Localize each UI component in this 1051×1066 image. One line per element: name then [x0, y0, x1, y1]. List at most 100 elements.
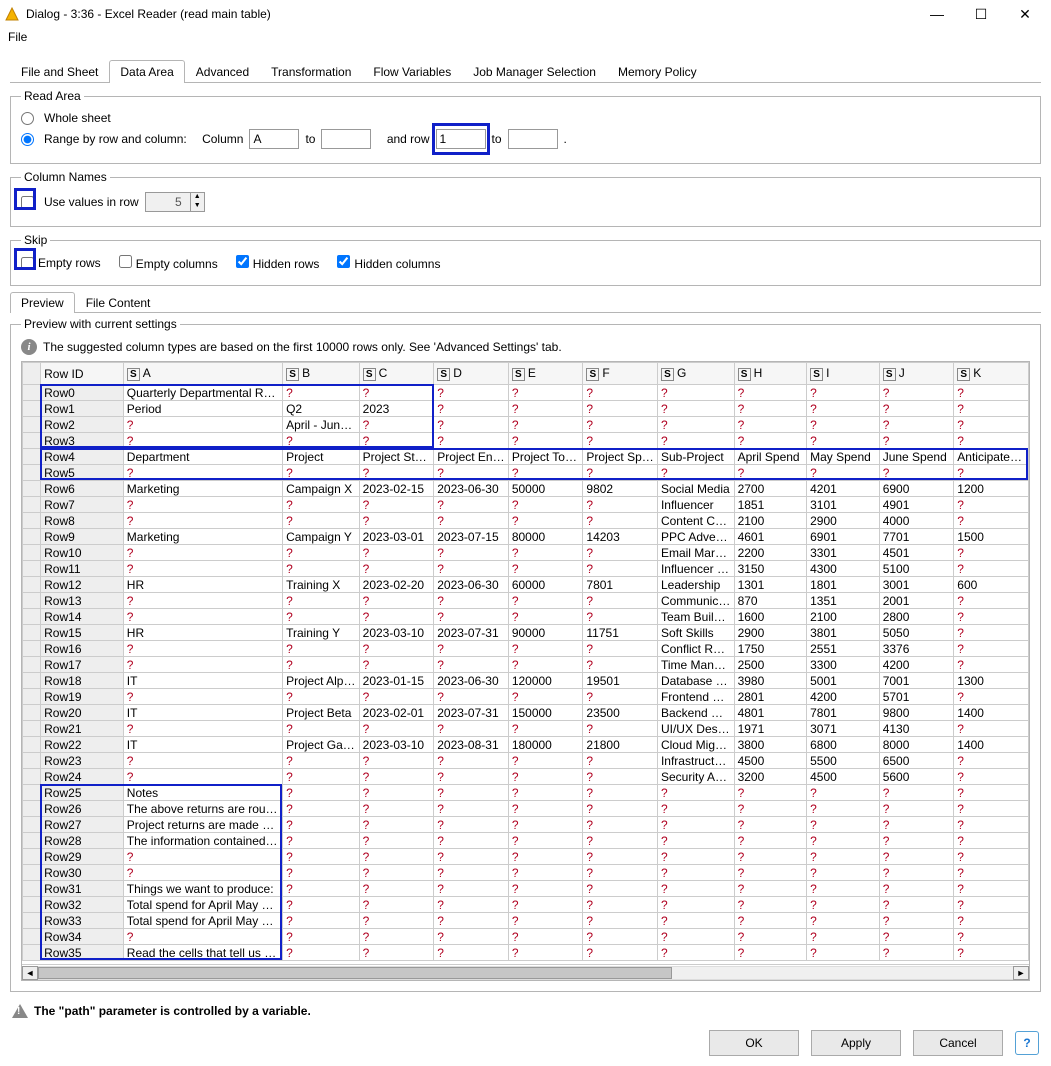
table-row[interactable]: Row10??????Email Market...220033014501? [23, 545, 1029, 561]
checkbox-empty-rows[interactable] [21, 257, 34, 270]
column-from-input[interactable] [249, 129, 299, 149]
radio-range[interactable] [21, 133, 34, 146]
col-rownum[interactable] [23, 363, 41, 385]
button-bar: OK Apply Cancel ? [709, 1030, 1039, 1056]
table-row[interactable]: Row13??????Communication87013512001? [23, 593, 1029, 609]
maximize-button[interactable]: ☐ [959, 0, 1003, 28]
table-row[interactable]: Row9MarketingCampaign Y2023-03-012023-07… [23, 529, 1029, 545]
table-row[interactable]: Row24??????Security Audit320045005600? [23, 769, 1029, 785]
col-K[interactable]: SK [954, 363, 1029, 385]
table-row[interactable]: Row18ITProject Alpha2023-01-152023-06-30… [23, 673, 1029, 689]
table-row[interactable]: Row11??????Influencer C...315043005100? [23, 561, 1029, 577]
tab-data-area[interactable]: Data Area [109, 60, 184, 83]
table-row[interactable]: Row26The above returns are round...?????… [23, 801, 1029, 817]
close-button[interactable]: ✕ [1003, 0, 1047, 28]
tab-flow-variables[interactable]: Flow Variables [362, 60, 462, 83]
column-label: Column [202, 132, 243, 146]
read-area-group: Read Area Whole sheet Range by row and c… [10, 89, 1041, 164]
spinner-down[interactable]: ▼ [190, 202, 204, 211]
preview-group: Preview with current settings i The sugg… [10, 317, 1041, 992]
col-E[interactable]: SE [508, 363, 583, 385]
table-row[interactable]: Row20ITProject Beta2023-02-012023-07-311… [23, 705, 1029, 721]
col-D[interactable]: SD [434, 363, 509, 385]
table-row[interactable]: Row32Total spend for April May and...???… [23, 897, 1029, 913]
info-icon: i [21, 339, 37, 355]
titlebar: Dialog - 3:36 - Excel Reader (read main … [0, 0, 1051, 28]
radio-whole-label: Whole sheet [44, 111, 111, 125]
cancel-button[interactable]: Cancel [913, 1030, 1003, 1056]
table-row[interactable]: Row25Notes?????????? [23, 785, 1029, 801]
row-to-label: to [492, 132, 502, 146]
table-row[interactable]: Row5??????????? [23, 465, 1029, 481]
preview-table-wrap: Row IDSASBSCSDSESFSGSHSISJSK Row0Quarter… [21, 361, 1030, 981]
menu-file[interactable]: File [8, 30, 27, 44]
table-row[interactable]: Row14??????Team Building160021002800? [23, 609, 1029, 625]
tab-file-and-sheet[interactable]: File and Sheet [10, 60, 109, 83]
col-J[interactable]: SJ [879, 363, 954, 385]
col-A[interactable]: SA [123, 363, 282, 385]
preview-tabs: Preview File Content [10, 292, 1041, 313]
table-row[interactable]: Row28The information contained in ...???… [23, 833, 1029, 849]
table-row[interactable]: Row35Read the cells that tell us the...?… [23, 945, 1029, 961]
spinner-up[interactable]: ▲ [190, 193, 204, 202]
table-row[interactable]: Row19??????Frontend Dev280142005701? [23, 689, 1029, 705]
period: . [564, 132, 567, 146]
table-row[interactable]: Row27Project returns are made on t...???… [23, 817, 1029, 833]
table-row[interactable]: Row2?April - June ...????????? [23, 417, 1029, 433]
table-row[interactable]: Row22ITProject Gamma2023-03-102023-08-31… [23, 737, 1029, 753]
tab-job-manager[interactable]: Job Manager Selection [462, 60, 607, 83]
table-row[interactable]: Row23??????Infrastructure450055006500? [23, 753, 1029, 769]
table-row[interactable]: Row21??????UI/UX Design197130714130? [23, 721, 1029, 737]
table-row[interactable]: Row15HRTraining Y2023-03-102023-07-31900… [23, 625, 1029, 641]
horizontal-scrollbar[interactable]: ◄ ► [22, 964, 1029, 980]
warning-row: The "path" parameter is controlled by a … [0, 998, 1051, 1024]
table-row[interactable]: Row16??????Conflict Res...175025513376? [23, 641, 1029, 657]
col-H[interactable]: SH [734, 363, 807, 385]
col-I[interactable]: SI [807, 363, 880, 385]
row-number-spinner[interactable]: ▲▼ [145, 192, 205, 212]
table-row[interactable]: Row1PeriodQ22023???????? [23, 401, 1029, 417]
table-row[interactable]: Row33Total spend for April May and...???… [23, 913, 1029, 929]
table-row[interactable]: Row30??????????? [23, 865, 1029, 881]
table-row[interactable]: Row8??????Content Cre...210029004000? [23, 513, 1029, 529]
table-row[interactable]: Row3??????????? [23, 433, 1029, 449]
tab-transformation[interactable]: Transformation [260, 60, 362, 83]
warning-text: The "path" parameter is controlled by a … [34, 1004, 311, 1018]
table-row[interactable]: Row4DepartmentProjectProject Star...Proj… [23, 449, 1029, 465]
info-text: The suggested column types are based on … [43, 340, 562, 354]
preview-table[interactable]: Row IDSASBSCSDSESFSGSHSISJSK Row0Quarter… [22, 362, 1029, 961]
tab-advanced[interactable]: Advanced [185, 60, 260, 83]
table-row[interactable]: Row17??????Time Manag...250033004200? [23, 657, 1029, 673]
table-row[interactable]: Row34??????????? [23, 929, 1029, 945]
radio-whole-sheet[interactable] [21, 112, 34, 125]
subtab-file-content[interactable]: File Content [75, 292, 162, 313]
col-G[interactable]: SG [657, 363, 734, 385]
col-F[interactable]: SF [583, 363, 658, 385]
col-B[interactable]: SB [283, 363, 360, 385]
checkbox-hidden-rows[interactable] [236, 255, 249, 268]
row-to-input[interactable] [508, 129, 558, 149]
checkbox-empty-cols[interactable] [119, 255, 132, 268]
minimize-button[interactable]: — [915, 0, 959, 28]
col-C[interactable]: SC [359, 363, 434, 385]
table-row[interactable]: Row7??????Influencer185131014901? [23, 497, 1029, 513]
subtab-preview[interactable]: Preview [10, 292, 75, 313]
table-row[interactable]: Row31Things we want to produce:?????????… [23, 881, 1029, 897]
tab-memory-policy[interactable]: Memory Policy [607, 60, 708, 83]
scroll-left[interactable]: ◄ [22, 966, 38, 980]
help-button[interactable]: ? [1015, 1031, 1039, 1055]
window-title: Dialog - 3:36 - Excel Reader (read main … [26, 7, 915, 21]
table-row[interactable]: Row12HRTraining X2023-02-202023-06-30600… [23, 577, 1029, 593]
scroll-right[interactable]: ► [1013, 966, 1029, 980]
checkbox-use-values[interactable] [21, 196, 34, 209]
scroll-thumb[interactable] [38, 967, 672, 979]
apply-button[interactable]: Apply [811, 1030, 901, 1056]
table-row[interactable]: Row6MarketingCampaign X2023-02-152023-06… [23, 481, 1029, 497]
col-rowid[interactable]: Row ID [41, 363, 124, 385]
table-row[interactable]: Row0Quarterly Departmental Return???????… [23, 385, 1029, 401]
checkbox-hidden-cols[interactable] [337, 255, 350, 268]
row-from-input[interactable] [436, 129, 486, 149]
table-row[interactable]: Row29??????????? [23, 849, 1029, 865]
ok-button[interactable]: OK [709, 1030, 799, 1056]
column-to-input[interactable] [321, 129, 371, 149]
